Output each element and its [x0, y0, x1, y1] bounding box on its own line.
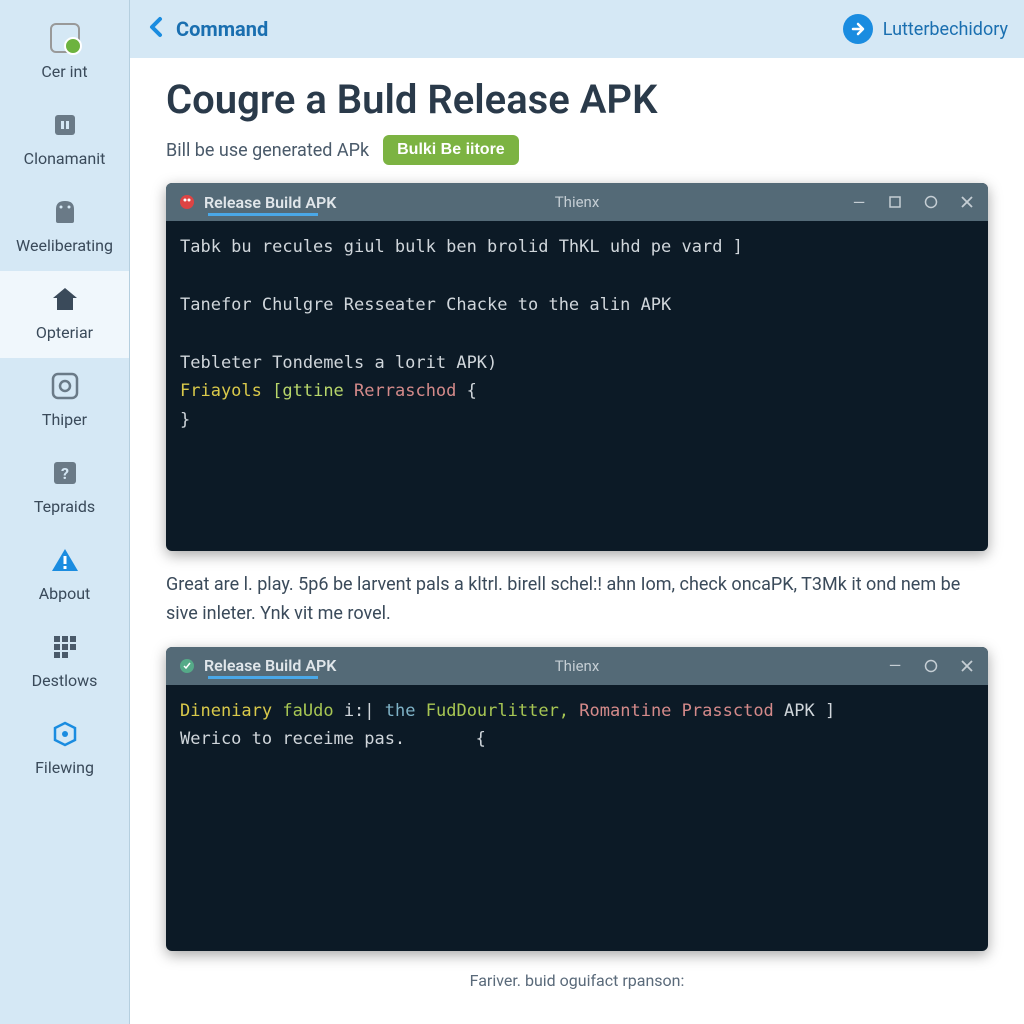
- nav-back-label: Command: [176, 17, 268, 41]
- sidebar-item-label: Clonamanit: [24, 149, 106, 168]
- sidebar-item-filewing[interactable]: Filewing: [0, 706, 129, 793]
- restore-icon[interactable]: [886, 193, 904, 211]
- terminal-titlebar: Release Build APK Thienx —: [166, 183, 988, 221]
- content: Cougre a Buld Release APK Bill be use ge…: [130, 58, 1024, 1024]
- body-paragraph: Great are l. play. 5p6 be larvent pals a…: [166, 571, 988, 629]
- topbar: Command Lutterbechidory: [130, 0, 1024, 58]
- terminal-title: Release Build APK: [204, 656, 336, 675]
- build-button[interactable]: Bulki Be iitore: [383, 135, 519, 165]
- terminal-window-2: Release Build APK Thienx — Dineniary: [166, 647, 988, 951]
- terminal-line: }: [180, 406, 974, 435]
- camera-icon: [47, 368, 83, 404]
- sidebar: Cer int Clonamanit Weeliberating Opteria…: [0, 0, 130, 1024]
- terminal-line: Tabk bu recules giul bulk ben brolid ThK…: [180, 233, 974, 262]
- terminal-line: Werico to receime pas. {: [180, 725, 974, 754]
- chevron-left-icon: [146, 15, 166, 43]
- house-icon: [47, 281, 83, 317]
- terminal-line: Tanefor Chulgre Resseater Chacke to the …: [180, 291, 974, 320]
- subtitle-row: Bill be use generated APk Bulki Be iitor…: [166, 135, 988, 165]
- close-icon[interactable]: [958, 657, 976, 675]
- question-icon: ?: [47, 455, 83, 491]
- minimize-icon[interactable]: —: [886, 657, 904, 675]
- minimize-icon[interactable]: —: [850, 193, 868, 211]
- sidebar-item-label: Opteriar: [36, 323, 93, 342]
- footer-text: Fariver. buid oguifact rpanson:: [166, 971, 988, 990]
- sidebar-item-label: Filewing: [35, 758, 94, 777]
- maximize-icon[interactable]: [922, 193, 940, 211]
- grid-icon: [47, 629, 83, 665]
- terminal-center-label: Thienx: [555, 193, 600, 211]
- terminal-app-icon: [178, 657, 196, 675]
- sidebar-item-label: Abpout: [39, 584, 91, 603]
- close-icon[interactable]: [958, 193, 976, 211]
- sidebar-item-label: Destlows: [32, 671, 98, 690]
- subtitle-text: Bill be use generated APk: [166, 140, 369, 161]
- page-title: Cougre a Buld Release APK: [166, 76, 988, 123]
- sidebar-item-thiper[interactable]: Thiper: [0, 358, 129, 445]
- sidebar-item-label: Tepraids: [34, 497, 95, 516]
- android-icon: [47, 194, 83, 230]
- maximize-icon[interactable]: [922, 657, 940, 675]
- sidebar-item-cerint[interactable]: Cer int: [0, 10, 129, 97]
- terminal-window-1: Release Build APK Thienx —: [166, 183, 988, 551]
- sidebar-item-opteriar[interactable]: Opteriar: [0, 271, 129, 358]
- nav-back[interactable]: Command: [146, 15, 268, 43]
- terminal-line: Tebleter Tondemels a lorit APK): [180, 349, 974, 378]
- main-area: Command Lutterbechidory Cougre a Buld Re…: [130, 0, 1024, 1024]
- sidebar-item-abpout[interactable]: Abpout: [0, 532, 129, 619]
- square-icon: [47, 107, 83, 143]
- sidebar-item-clonamanit[interactable]: Clonamanit: [0, 97, 129, 184]
- sidebar-item-label: Weeliberating: [16, 236, 113, 255]
- terminal-body[interactable]: Tabk bu recules giul bulk ben brolid ThK…: [166, 221, 988, 551]
- terminal-title: Release Build APK: [204, 193, 336, 212]
- hexagon-icon: [47, 716, 83, 752]
- nav-forward[interactable]: Lutterbechidory: [843, 14, 1008, 44]
- nav-forward-label: Lutterbechidory: [883, 19, 1008, 40]
- terminal-tab-underline: [208, 213, 318, 216]
- terminal-line: Dineniary faUdo i:| the FudDourlitter, R…: [180, 697, 974, 726]
- sidebar-item-destlows[interactable]: Destlows: [0, 619, 129, 706]
- sidebar-item-weeliberating[interactable]: Weeliberating: [0, 184, 129, 271]
- sidebar-item-tepraids[interactable]: ? Tepraids: [0, 445, 129, 532]
- terminal-line: Friayols [gttine Rerraschod {: [180, 377, 974, 406]
- sidebar-item-label: Thiper: [42, 410, 87, 429]
- terminal-tab-underline: [208, 676, 318, 679]
- svg-text:?: ?: [61, 464, 69, 483]
- cert-badge-icon: [47, 20, 83, 56]
- sidebar-item-label: Cer int: [41, 62, 87, 81]
- terminal-body[interactable]: Dineniary faUdo i:| the FudDourlitter, R…: [166, 685, 988, 951]
- warning-icon: [47, 542, 83, 578]
- terminal-app-icon: [178, 193, 196, 211]
- terminal-center-label: Thienx: [555, 657, 600, 675]
- terminal-titlebar: Release Build APK Thienx —: [166, 647, 988, 685]
- arrow-right-circle-icon: [843, 14, 873, 44]
